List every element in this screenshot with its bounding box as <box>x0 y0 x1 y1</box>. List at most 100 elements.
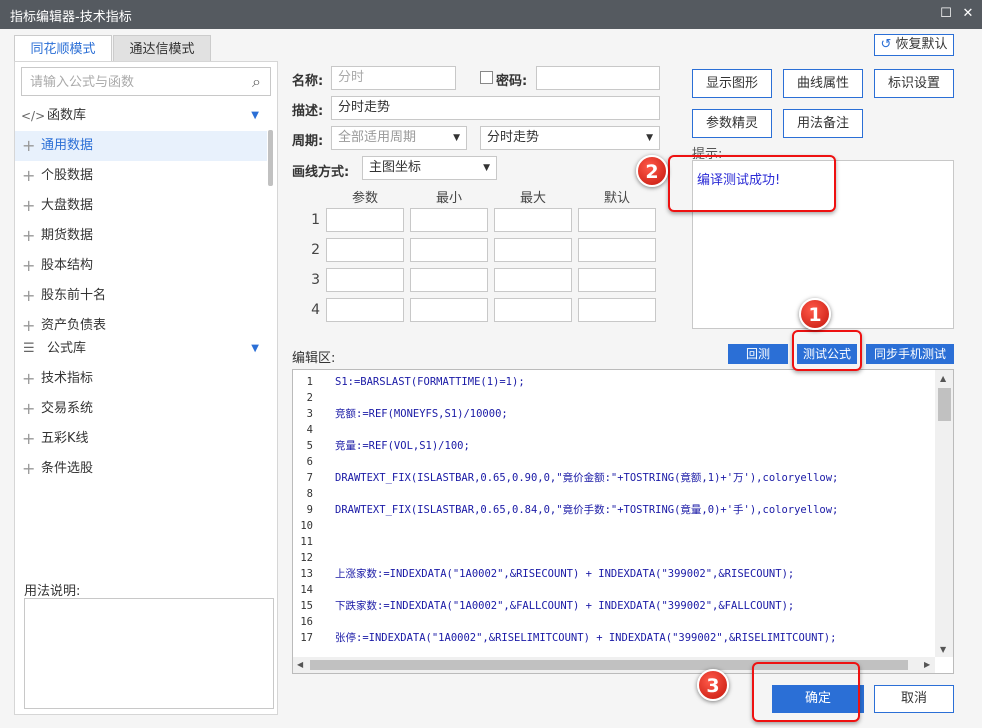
tree-item-capital-structure[interactable]: + 股本结构 <box>15 251 267 281</box>
step-badge-2: 2 <box>636 155 668 187</box>
usage-textarea[interactable] <box>24 598 274 709</box>
param-4-max[interactable] <box>494 298 572 322</box>
line-number: 8 <box>306 488 313 500</box>
search-input[interactable] <box>30 73 230 91</box>
code-line: 16 <box>293 614 933 630</box>
param-1-default[interactable] <box>578 208 656 232</box>
line-number: 1 <box>306 376 313 388</box>
param-2-max[interactable] <box>494 238 572 262</box>
param-row-number: 3 <box>311 272 320 288</box>
param-wizard-button[interactable]: 参数精灵 <box>692 109 772 138</box>
draw-mode-value: 主图坐标 <box>369 160 422 175</box>
search-icon[interactable]: ⌕ <box>252 72 261 92</box>
code-editor[interactable]: 1 S1:=BARSLAST(FORMATTIME(1)=1); 2 3 竞额:=REF… <box>292 369 954 674</box>
plus-icon: + <box>22 256 36 275</box>
param-row-number: 4 <box>311 302 320 318</box>
search-box[interactable]: ⌕ <box>21 67 271 96</box>
usage-label: 用法说明: <box>24 584 81 599</box>
scroll-left-icon[interactable]: ◀ <box>297 660 303 669</box>
tree-item-futures-data[interactable]: + 期货数据 <box>15 221 267 251</box>
param-4-name[interactable] <box>326 298 404 322</box>
tree-item-top10-holders[interactable]: + 股东前十名 <box>15 281 267 311</box>
param-1-min[interactable] <box>410 208 488 232</box>
param-2-min[interactable] <box>410 238 488 262</box>
tree-item-market-data[interactable]: + 大盘数据 <box>15 191 267 221</box>
usage-notes-button[interactable]: 用法备注 <box>783 109 863 138</box>
scroll-right-icon[interactable]: ▶ <box>924 660 930 669</box>
param-4-default[interactable] <box>578 298 656 322</box>
param-2-name[interactable] <box>326 238 404 262</box>
code-text: DRAWTEXT_FIX(ISLASTBAR,0.65,0.90,0,"竟价金额… <box>335 472 839 484</box>
code-text: 上涨家数:=INDEXDATA("1A0002",&RISECOUNT) + I… <box>335 568 795 580</box>
chevron-down-icon: ▼ <box>251 343 259 354</box>
param-3-default[interactable] <box>578 268 656 292</box>
code-line: 13 上涨家数:=INDEXDATA("1A0002",&RISECOUNT) +… <box>293 566 933 582</box>
param-1-max[interactable] <box>494 208 572 232</box>
period2-select[interactable]: 分时走势 ▼ <box>480 126 660 150</box>
sidebar-scrollbar[interactable] <box>268 130 273 186</box>
highlight-test-formula <box>792 330 862 371</box>
line-number: 14 <box>300 584 313 596</box>
tab-ths-mode[interactable]: 同花顺模式 <box>14 35 112 62</box>
code-line: 11 <box>293 534 933 550</box>
line-number: 7 <box>306 472 313 484</box>
param-header-max: 最大 <box>519 191 546 206</box>
code-line: 2 <box>293 390 933 406</box>
tree-item-trading-system[interactable]: + 交易系统 <box>15 394 267 424</box>
tree-item-color-kline[interactable]: + 五彩K线 <box>15 424 267 454</box>
plus-icon: + <box>22 226 36 245</box>
step-badge-3: 3 <box>697 669 729 701</box>
password-label: 密码: <box>496 74 528 89</box>
editor-vscroll-thumb[interactable] <box>938 388 951 421</box>
function-lib-header[interactable]: </> 函数库 ▼ <box>15 102 267 130</box>
line-number: 11 <box>300 536 313 548</box>
param-header-default: 默认 <box>603 191 630 206</box>
param-4-min[interactable] <box>410 298 488 322</box>
line-number: 16 <box>300 616 313 628</box>
restore-default-button[interactable]: ↺ 恢复默认 <box>874 34 954 56</box>
line-number: 2 <box>306 392 313 404</box>
plus-icon: + <box>22 166 36 185</box>
marker-settings-button[interactable]: 标识设置 <box>874 69 954 98</box>
tree-item-label: 条件选股 <box>41 461 94 476</box>
curve-properties-button[interactable]: 曲线属性 <box>783 69 863 98</box>
tree-item-label: 个股数据 <box>41 168 94 183</box>
tree-item-condition-select[interactable]: + 条件选股 <box>15 454 267 484</box>
code-text: DRAWTEXT_FIX(ISLASTBAR,0.65,0.84,0,"竟价手数… <box>335 504 839 516</box>
plus-icon: + <box>22 369 36 388</box>
tree-item-label: 技术指标 <box>41 371 94 386</box>
code-line: 7 DRAWTEXT_FIX(ISLASTBAR,0.65,0.90,0,"竟价金… <box>293 470 933 486</box>
period-select[interactable]: 全部适用周期 ▼ <box>331 126 467 150</box>
sync-mobile-test-button[interactable]: 同步手机测试 <box>866 344 954 364</box>
scroll-up-icon[interactable]: ▲ <box>940 374 946 383</box>
formula-lib-header[interactable]: ☰ 公式库 ▼ <box>15 335 267 363</box>
draw-mode-select[interactable]: 主图坐标 ▼ <box>362 156 497 180</box>
code-text: 张停:=INDEXDATA("1A0002",&RISELIMITCOUNT) … <box>335 632 837 644</box>
close-icon[interactable]: ✕ <box>960 6 976 22</box>
show-graph-button[interactable]: 显示图形 <box>692 69 772 98</box>
name-field[interactable]: 分时 <box>331 66 456 90</box>
backtest-button[interactable]: 回测 <box>728 344 788 364</box>
code-line: 5 竞量:=REF(VOL,S1)/100; <box>293 438 933 454</box>
desc-field[interactable]: 分时走势 <box>331 96 660 120</box>
password-field[interactable] <box>536 66 660 90</box>
code-text: 下跌家数:=INDEXDATA("1A0002",&FALLCOUNT) + I… <box>335 600 795 612</box>
tree-item-tech-indicator[interactable]: + 技术指标 <box>15 364 267 394</box>
password-checkbox[interactable] <box>480 71 493 84</box>
maximize-icon[interactable]: ☐ <box>938 6 954 22</box>
period-select-value: 全部适用周期 <box>338 130 417 145</box>
param-row-number: 2 <box>311 242 320 258</box>
tab-tdx-mode[interactable]: 通达信模式 <box>113 35 211 62</box>
param-3-max[interactable] <box>494 268 572 292</box>
param-2-default[interactable] <box>578 238 656 262</box>
caret-down-icon: ▼ <box>453 133 460 143</box>
param-3-min[interactable] <box>410 268 488 292</box>
tree-item-stock-data[interactable]: + 个股数据 <box>15 161 267 191</box>
scroll-down-icon[interactable]: ▼ <box>940 645 946 654</box>
tree-item-general-data[interactable]: + 通用数据 <box>15 131 267 161</box>
param-1-name[interactable] <box>326 208 404 232</box>
cancel-button[interactable]: 取消 <box>874 685 954 713</box>
code-line: 4 <box>293 422 933 438</box>
line-number: 9 <box>306 504 313 516</box>
param-3-name[interactable] <box>326 268 404 292</box>
